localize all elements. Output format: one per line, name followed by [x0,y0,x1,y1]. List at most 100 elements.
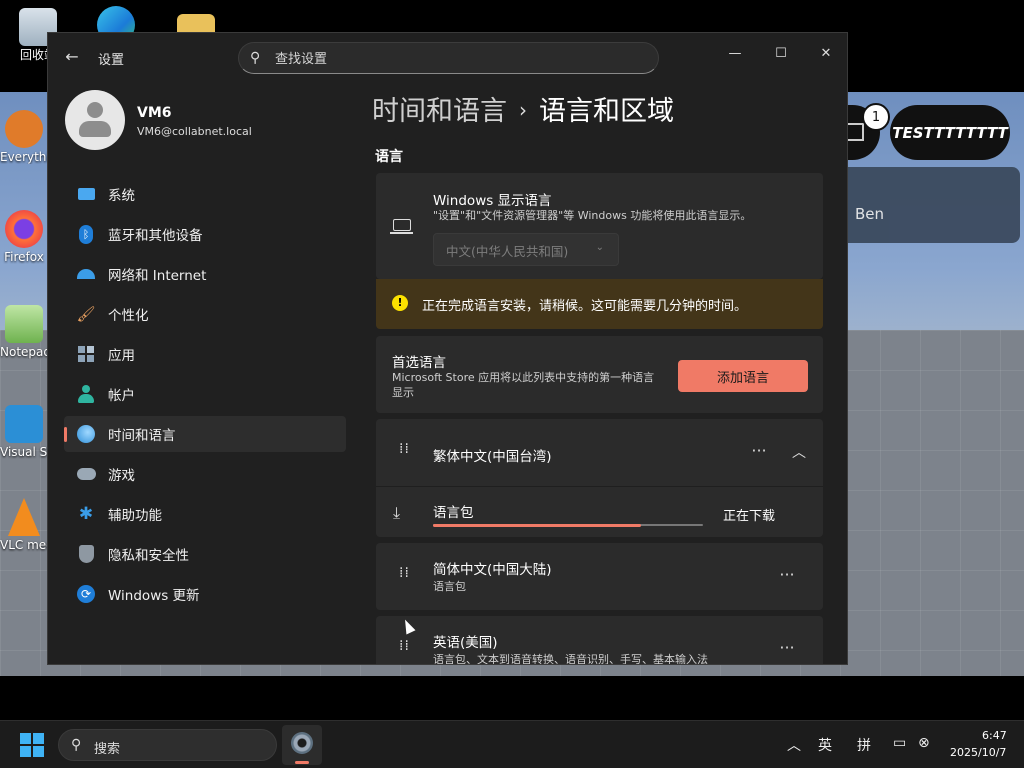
notepadpp-icon [5,305,43,343]
taskbar-settings-app[interactable] [282,725,322,765]
everything-icon [5,110,43,148]
drag-handle-icon[interactable]: ⁞⁞ [399,566,409,585]
title-bar: ← 设置 ⚲ — ☐ ✕ [48,33,847,81]
search-input[interactable] [275,49,645,69]
drag-handle-icon[interactable]: ⁞⁞ [399,442,409,461]
user-card[interactable]: Ben [840,167,1020,243]
apps-icon [76,344,96,364]
sidebar-item-label: 帐户 [108,388,135,404]
search-icon: ⚲ [71,737,82,753]
sidebar-item-label: 系统 [108,188,135,204]
language-item[interactable]: ⁞⁞ 英语(美国) 语言包、文本到语音转换、语音识别、手写、基本输入法 ··· [376,616,823,665]
breadcrumb-parent[interactable]: 时间和语言 [372,96,507,127]
sidebar-item-network[interactable]: 网络和 Internet [64,256,346,292]
test-button[interactable]: TESTTTTTTTT [890,105,1010,160]
language-name: 英语(美国) [433,635,498,651]
sidebar-item-privacy[interactable]: 隐私和安全性 [64,536,346,572]
desktop-icon-firefox[interactable]: Firefox [0,210,48,264]
app-title: 设置 [98,53,125,68]
maximize-button[interactable]: ☐ [758,39,804,69]
avatar-body [79,121,111,137]
sidebar-item-bluetooth[interactable]: ᛒ 蓝牙和其他设备 [64,216,346,252]
language-item-header[interactable]: ⁞⁞ 繁体中文(中国台湾) ··· ︿ [376,419,823,487]
sidebar-item-label: 时间和语言 [108,428,176,444]
language-name: 简体中文(中国大陆) [433,562,552,578]
breadcrumb: 时间和语言 › 语言和区域 [372,89,674,128]
shield-icon [76,544,96,564]
active-app-indicator [295,761,309,764]
more-options-icon[interactable]: ··· [744,441,774,465]
sidebar-item-label: 应用 [108,348,135,364]
ime-mode-indicator[interactable]: 拼 [857,735,871,755]
search-icon: ⚲ [250,50,261,66]
ime-language-indicator[interactable]: 英 [818,735,832,755]
avatar[interactable] [65,90,125,150]
taskbar: ⚲ 搜索 ︿ 英 拼 ▭ ⊗ 6:47 2025/10/7 [0,720,1024,768]
clock-date[interactable]: 2025/10/7 [950,746,1006,759]
download-icon: ⤓ [393,503,401,522]
sidebar-item-apps[interactable]: 应用 [64,336,346,372]
chevron-down-icon: ⌄ [595,242,604,253]
wifi-icon [76,264,96,284]
clock-time[interactable]: 6:47 [982,729,1007,742]
drag-handle-icon[interactable]: ⁞⁞ [399,639,409,658]
desktop-icon-vscode[interactable]: Visual Studio [0,405,48,459]
display-language-value: 中文(中华人民共和国) [446,244,569,259]
gamepad-icon [76,464,96,484]
preferred-languages-card: 首选语言 Microsoft Store 应用将以此列表中支持的第一种语言显示 … [376,336,823,413]
desktop-black-band [0,676,1024,720]
windows-logo-icon [33,733,44,744]
vscode-icon [5,405,43,443]
profile-email: VM6@collabnet.local [137,125,252,138]
network-status-icon[interactable]: ▭ [893,735,906,751]
download-status: 正在下载 [723,509,776,524]
bluetooth-icon: ᛒ [76,224,96,244]
minimize-button[interactable]: — [712,39,758,69]
update-icon: ⟳ [76,584,96,604]
person-icon [76,384,96,404]
display-language-card: Windows 显示语言 "设置"和"文件资源管理器"等 Windows 功能将… [376,173,823,279]
laptop-icon [390,219,413,234]
sidebar-item-time-language[interactable]: 时间和语言 [64,416,346,452]
volume-muted-icon[interactable]: ⊗ [918,735,930,751]
download-progress-bar [433,523,703,527]
sidebar-item-label: 隐私和安全性 [108,548,189,564]
taskbar-search-label: 搜索 [94,742,121,757]
back-arrow-icon[interactable]: ← [62,47,82,67]
search-box[interactable]: ⚲ [238,42,659,74]
close-button[interactable]: ✕ [803,39,847,69]
vlc-icon [8,498,40,536]
chevron-up-icon[interactable]: ︿ [787,441,811,465]
sidebar-nav: 系统 ᛒ 蓝牙和其他设备 网络和 Internet 🖌 个性化 应用 帐户 时间… [64,176,346,616]
settings-window: ← 设置 ⚲ — ☐ ✕ VM6 VM6@collabnet.local 系统 … [47,32,848,665]
start-button[interactable] [20,733,44,757]
accessibility-icon: ✱ [78,504,94,524]
taskbar-search[interactable]: ⚲ 搜索 [58,729,277,761]
profile-name: VM6 [137,105,172,121]
more-options-icon[interactable]: ··· [772,638,802,662]
language-features: 语言包、文本到语音转换、语音识别、手写、基本输入法 [433,653,708,665]
language-item[interactable]: ⁞⁞ 简体中文(中国大陆) 语言包 ··· [376,543,823,610]
language-name: 繁体中文(中国台湾) [433,449,552,465]
sidebar-item-label: 个性化 [108,308,149,324]
add-language-button[interactable]: 添加语言 [678,360,808,392]
windows-logo-icon [33,746,44,757]
windows-logo-icon [20,733,31,744]
sidebar-item-personalization[interactable]: 🖌 个性化 [64,296,346,332]
desktop-icon-everything[interactable]: Everything [0,110,48,164]
notification-badge: 1 [862,103,890,131]
sidebar-item-system[interactable]: 系统 [64,176,346,212]
gear-icon [291,732,313,754]
chevron-up-icon[interactable]: ︿ [787,735,801,755]
display-language-title: Windows 显示语言 [433,193,552,209]
desktop-icon-notepadpp[interactable]: Notepad++ [0,305,48,359]
sidebar-item-windows-update[interactable]: ⟳ Windows 更新 [64,576,346,612]
desktop-icon-vlc[interactable]: VLC media player [0,498,48,552]
sidebar-item-accessibility[interactable]: ✱ 辅助功能 [64,496,346,532]
sidebar-item-accounts[interactable]: 帐户 [64,376,346,412]
globe-clock-icon [76,424,96,444]
sidebar-item-gaming[interactable]: 游戏 [64,456,346,492]
desktop-icon-label: VLC media player [0,538,48,552]
display-language-dropdown[interactable]: 中文(中华人民共和国) ⌄ [433,233,619,266]
more-options-icon[interactable]: ··· [772,565,802,589]
